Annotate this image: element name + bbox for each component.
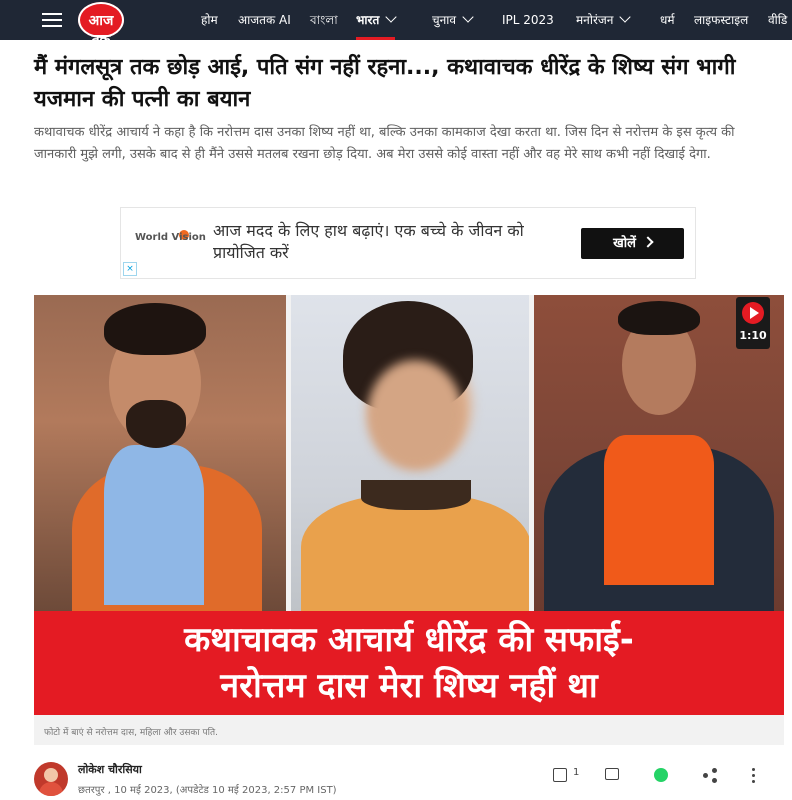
logo-text: आज तक (88, 13, 114, 48)
ad-text: आज मदद के लिए हाथ बढ़ाएं। एक बच्चे के जी… (213, 221, 524, 262)
top-navbar: आज तक होम आजतक AI বাংলা भारत चुनाव IPL 2… (0, 0, 792, 48)
nav-item-label: भारत (356, 13, 380, 27)
photo-panel-middle (291, 295, 529, 611)
overlay-line-1: कथाचावक आचार्य धीरेंद्र की सफाई- (184, 620, 634, 660)
chevron-right-icon (642, 236, 654, 248)
site-logo[interactable]: आज तक (78, 2, 124, 48)
author-name[interactable]: लोकेश चौरसिया (78, 762, 142, 777)
overlay-line-2: नरोत्तम दास मेरा शिष्य नहीं था (220, 666, 598, 706)
nav-item-ipl[interactable]: IPL 2023 (502, 0, 554, 40)
like-button[interactable]: 1 (553, 766, 583, 786)
nav-item-label: IPL 2023 (502, 13, 554, 27)
ad-choices-icon[interactable]: × (123, 262, 137, 276)
nav-item-label: वीडि (768, 13, 788, 27)
nav-item-label: चुनाव (432, 13, 457, 27)
nav-item-label: বাংলা (310, 13, 338, 27)
nav-item-video[interactable]: वीडि (768, 0, 787, 40)
nav-item-dharm[interactable]: धर्म (660, 0, 675, 40)
chevron-down-icon (462, 11, 474, 23)
author-avatar[interactable] (34, 762, 68, 796)
ad-open-button[interactable]: खोलें (581, 228, 684, 259)
chevron-down-icon (619, 11, 632, 23)
nav-item-home[interactable]: होम (201, 0, 218, 40)
nav-item-label: मनोरंजन (576, 13, 614, 27)
nav-item-lifestyle[interactable]: लाइफस्टाइल (694, 0, 748, 40)
article-dateline: छतरपुर , 10 मई 2023, (अपडेटेड 10 मई 2023… (78, 785, 337, 796)
article-headline: मैं मंगलसूत्र तक छोड़ आई, पति संग नहीं र… (34, 55, 736, 112)
nav-item-label: लाइफस्टाइल (694, 13, 749, 27)
sponsored-ad[interactable]: World Vision आज मदद के लिए हाथ बढ़ाएं। ए… (120, 207, 696, 279)
video-duration: 1:10 (739, 329, 767, 342)
share-icon (712, 768, 717, 773)
article-summary: कथावाचक धीरेंद्र आचार्य ने कहा है कि नरो… (34, 125, 735, 162)
like-icon (553, 768, 567, 782)
photo-caption: फोटो में बाएं से नरोत्तम दास, महिला और उ… (44, 728, 218, 738)
comment-button[interactable] (605, 766, 621, 786)
more-options-button[interactable] (750, 766, 758, 786)
whatsapp-share-button[interactable] (654, 766, 670, 786)
ad-open-label: खोलें (613, 236, 636, 251)
nav-item-label: आजतक AI (238, 13, 291, 27)
hero-image[interactable]: 1:10 कथाचावक आचार्य धीरेंद्र की सफाई- नर… (34, 295, 784, 745)
hero-overlay-banner: कथाचावक आचार्य धीरेंद्र की सफाई- नरोत्तम… (34, 611, 784, 715)
nav-item-manoranjan[interactable]: मनोरंजन (576, 0, 632, 40)
like-count: 1 (573, 767, 580, 778)
nav-item-bangla[interactable]: বাংলা (310, 0, 338, 40)
photo-panel-right: 1:10 (534, 295, 784, 611)
nav-item-chunav[interactable]: चुनाव (432, 0, 474, 40)
video-badge[interactable]: 1:10 (736, 297, 770, 349)
nav-item-label: धर्म (660, 13, 675, 27)
nav-item-bharat[interactable]: भारत (356, 0, 397, 40)
share-button[interactable] (703, 766, 719, 786)
nav-item-aajtak-ai[interactable]: आजतक AI (238, 0, 291, 40)
ad-brand: World Vision (135, 232, 206, 243)
menu-icon[interactable] (42, 13, 62, 27)
more-icon (752, 768, 755, 771)
photo-panel-left (34, 295, 286, 611)
whatsapp-icon (654, 768, 668, 782)
comment-icon (605, 768, 619, 780)
chevron-down-icon (385, 11, 397, 23)
nav-item-label: होम (201, 13, 218, 27)
